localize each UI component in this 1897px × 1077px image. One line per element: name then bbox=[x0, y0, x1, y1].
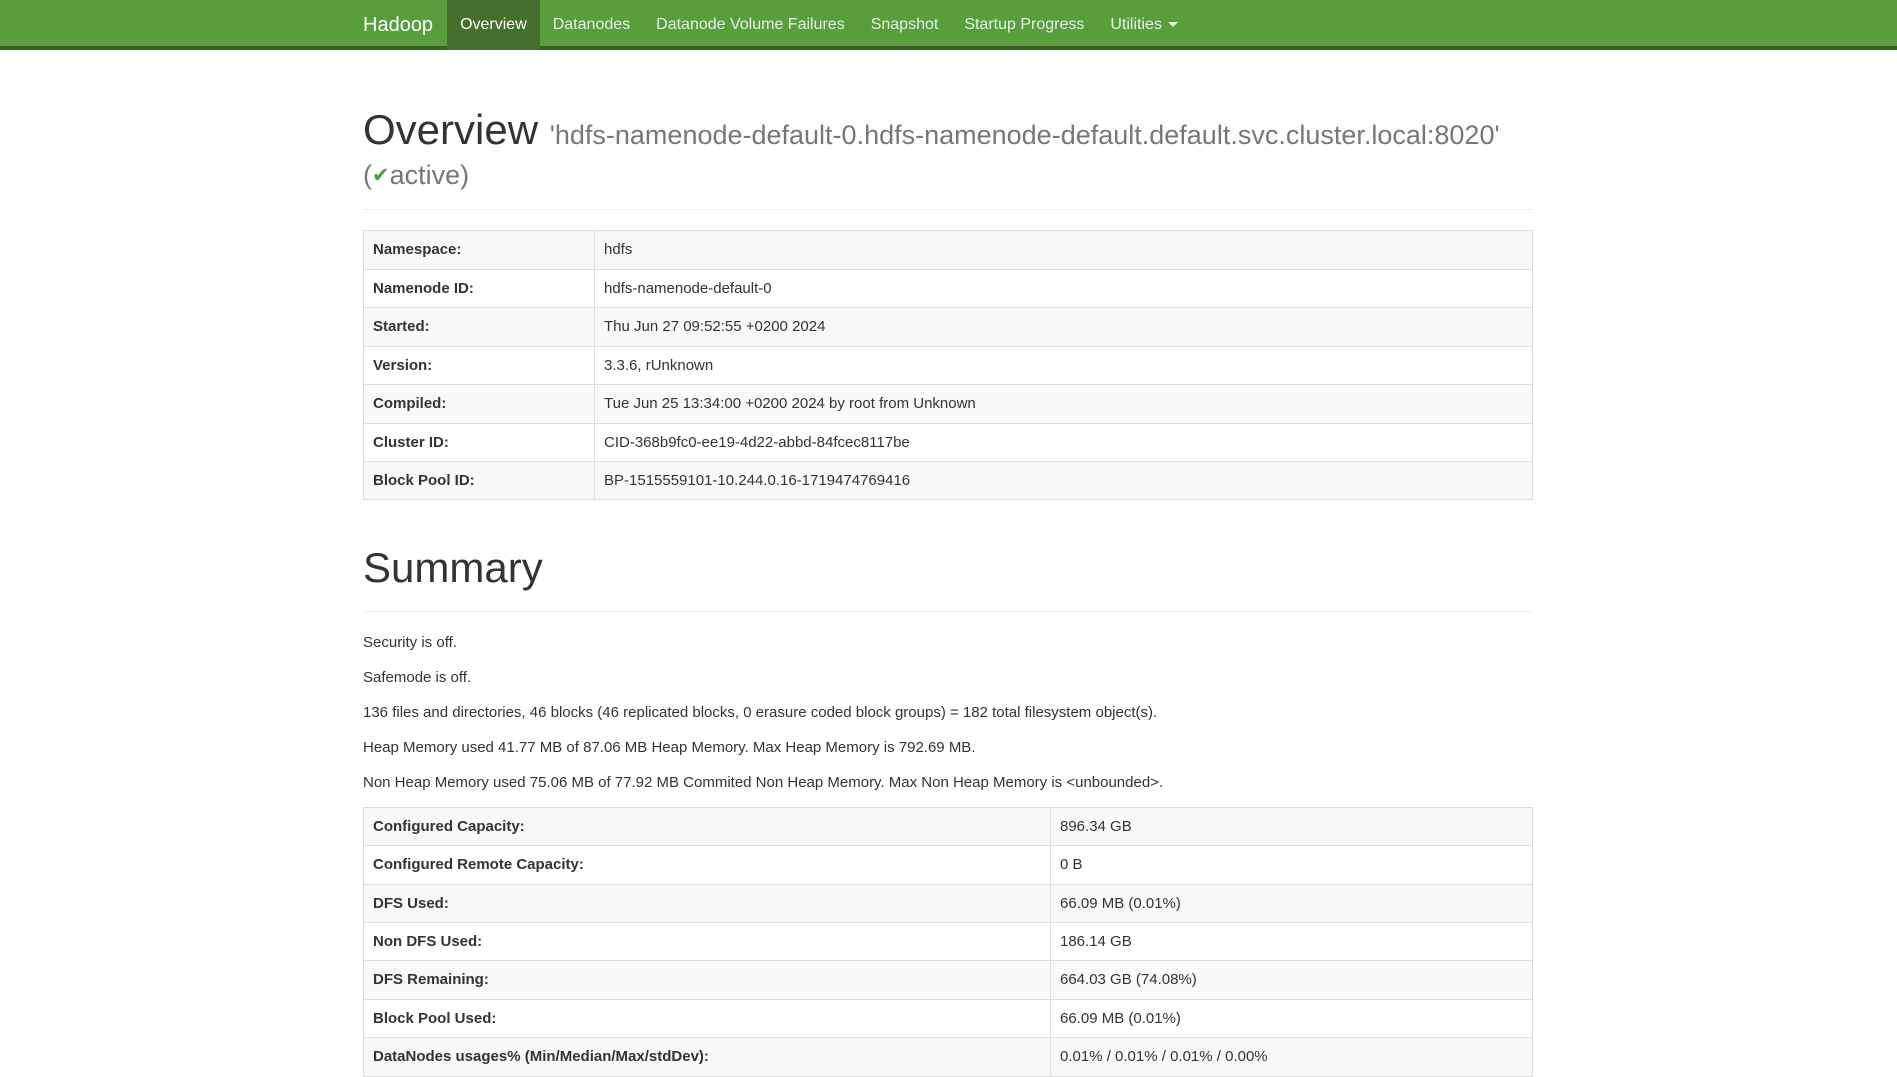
namenode-address: 'hdfs-namenode-default-0.hdfs-namenode-d… bbox=[550, 120, 1500, 150]
row-label-cell: Non DFS Used: bbox=[364, 923, 1051, 961]
navbar-item[interactable]: Snapshot bbox=[858, 0, 952, 50]
table-row: DFS Remaining: 664.03 GB (74.08%) bbox=[364, 961, 1533, 999]
table-row: DataNodes usages% (Min/Median/Max/stdDev… bbox=[364, 1038, 1533, 1076]
row-value: 66.09 MB (0.01%) bbox=[1051, 884, 1533, 922]
row-label-cell: Configured Remote Capacity: bbox=[364, 846, 1051, 884]
table-row: Compiled: Tue Jun 25 13:34:00 +0200 2024… bbox=[364, 385, 1533, 423]
row-label: Cluster ID: bbox=[373, 434, 449, 451]
row-value: 0.01% / 0.01% / 0.01% / 0.00% bbox=[1051, 1038, 1533, 1076]
navbar-item[interactable]: Datanode Volume Failures bbox=[643, 0, 858, 50]
row-label-cell: Namenode ID: bbox=[364, 269, 595, 307]
row-value: 186.14 GB bbox=[1051, 923, 1533, 961]
state-paren-open: ( bbox=[363, 160, 372, 190]
row-label: DataNodes usages% (Min/Median/Max/stdDev… bbox=[373, 1048, 709, 1065]
table-row: Cluster ID: CID-368b9fc0-ee19-4d22-abbd-… bbox=[364, 423, 1533, 461]
navbar-item[interactable]: Startup Progress bbox=[951, 0, 1097, 50]
summary-line: Non Heap Memory used 75.06 MB of 77.92 M… bbox=[363, 772, 1533, 793]
row-label: DFS Used: bbox=[373, 895, 449, 912]
chevron-down-icon bbox=[1168, 22, 1178, 27]
navbar-item-label: Utilities bbox=[1110, 16, 1162, 33]
navbar-item-label: Datanodes bbox=[553, 16, 630, 33]
summary-line: Heap Memory used 41.77 MB of 87.06 MB He… bbox=[363, 737, 1533, 758]
table-row: Namespace: hdfs bbox=[364, 231, 1533, 269]
page-header: Overview 'hdfs-namenode-default-0.hdfs-n… bbox=[363, 106, 1533, 191]
row-label: Configured Remote Capacity: bbox=[373, 856, 584, 873]
navbar-item-label: Datanode Volume Failures bbox=[656, 16, 845, 33]
namenode-state: (✔active) bbox=[363, 160, 1533, 191]
navbar-item-label: Startup Progress bbox=[964, 16, 1084, 33]
row-label-cell: Configured Capacity: bbox=[364, 807, 1051, 845]
row-value: hdfs bbox=[595, 231, 1533, 269]
summary-table-wrap: Configured Capacity: 896.34 GB Configure… bbox=[363, 807, 1533, 1077]
row-value: BP-1515559101-10.244.0.16-1719474769416 bbox=[595, 461, 1533, 499]
navbar-container: Hadoop Overview Datanodes Datanode Volum… bbox=[363, 0, 1533, 50]
row-label-cell: DataNodes usages% (Min/Median/Max/stdDev… bbox=[364, 1038, 1051, 1076]
summary-paragraphs: Security is off. Safemode is off. 136 fi… bbox=[363, 632, 1533, 793]
top-navbar: Hadoop Overview Datanodes Datanode Volum… bbox=[0, 0, 1897, 50]
row-label: Block Pool Used: bbox=[373, 1010, 496, 1027]
check-icon: ✔ bbox=[372, 164, 390, 187]
row-label: Compiled: bbox=[373, 395, 446, 412]
table-row: Block Pool Used: 66.09 MB (0.01%) bbox=[364, 999, 1533, 1037]
row-label-cell: Compiled: bbox=[364, 385, 595, 423]
state-label: active) bbox=[390, 160, 470, 190]
row-label-cell: Block Pool ID: bbox=[364, 461, 595, 499]
row-value: 66.09 MB (0.01%) bbox=[1051, 999, 1533, 1037]
row-label: Configured Capacity: bbox=[373, 818, 525, 835]
row-value: hdfs-namenode-default-0 bbox=[595, 269, 1533, 307]
row-label: Version: bbox=[373, 357, 432, 374]
table-row: Block Pool ID: BP-1515559101-10.244.0.16… bbox=[364, 461, 1533, 499]
row-value: Thu Jun 27 09:52:55 +0200 2024 bbox=[595, 308, 1533, 346]
row-label-cell: Cluster ID: bbox=[364, 423, 595, 461]
row-label: Block Pool ID: bbox=[373, 472, 475, 489]
row-value: Tue Jun 25 13:34:00 +0200 2024 by root f… bbox=[595, 385, 1533, 423]
row-value: CID-368b9fc0-ee19-4d22-abbd-84fcec8117be bbox=[595, 423, 1533, 461]
row-value: 664.03 GB (74.08%) bbox=[1051, 961, 1533, 999]
row-label: DFS Remaining: bbox=[373, 971, 489, 988]
row-label-cell: Namespace: bbox=[364, 231, 595, 269]
table-row: Namenode ID: hdfs-namenode-default-0 bbox=[364, 269, 1533, 307]
row-label: Namenode ID: bbox=[373, 280, 474, 297]
namenode-info-table: Namespace: hdfs Namenode ID: hdfs-nameno… bbox=[363, 230, 1533, 500]
row-label-cell: Started: bbox=[364, 308, 595, 346]
row-label-cell: Version: bbox=[364, 346, 595, 384]
divider bbox=[363, 611, 1533, 612]
row-label-cell: Block Pool Used: bbox=[364, 999, 1051, 1037]
table-row: Version: 3.3.6, rUnknown bbox=[364, 346, 1533, 384]
row-label-cell: DFS Used: bbox=[364, 884, 1051, 922]
row-label: Non DFS Used: bbox=[373, 933, 482, 950]
navbar-item-label: Overview bbox=[460, 16, 527, 33]
table-row: Configured Capacity: 896.34 GB bbox=[364, 807, 1533, 845]
row-label-cell: DFS Remaining: bbox=[364, 961, 1051, 999]
table-row: DFS Used: 66.09 MB (0.01%) bbox=[364, 884, 1533, 922]
summary-table: Configured Capacity: 896.34 GB Configure… bbox=[363, 807, 1533, 1077]
summary-line: Security is off. bbox=[363, 632, 1533, 653]
table-row: Started: Thu Jun 27 09:52:55 +0200 2024 bbox=[364, 308, 1533, 346]
navbar-item[interactable]: Overview bbox=[447, 0, 540, 50]
row-label: Started: bbox=[373, 318, 430, 335]
row-label: Namespace: bbox=[373, 241, 461, 258]
main-content: Overview 'hdfs-namenode-default-0.hdfs-n… bbox=[363, 106, 1533, 1077]
navbar-item[interactable]: Utilities bbox=[1097, 0, 1191, 50]
navbar-item[interactable]: Datanodes bbox=[540, 0, 643, 50]
page-title: Overview 'hdfs-namenode-default-0.hdfs-n… bbox=[363, 106, 1533, 191]
summary-line: Safemode is off. bbox=[363, 667, 1533, 688]
row-value: 3.3.6, rUnknown bbox=[595, 346, 1533, 384]
summary-title: Summary bbox=[363, 544, 1533, 592]
summary-line: 136 files and directories, 46 blocks (46… bbox=[363, 702, 1533, 723]
table-row: Configured Remote Capacity: 0 B bbox=[364, 846, 1533, 884]
navbar-menu: Overview Datanodes Datanode Volume Failu… bbox=[447, 0, 1191, 50]
divider bbox=[363, 209, 1533, 210]
hadoop-brand-link[interactable]: Hadoop bbox=[363, 0, 447, 50]
table-row: Non DFS Used: 186.14 GB bbox=[364, 923, 1533, 961]
row-value: 896.34 GB bbox=[1051, 807, 1533, 845]
navbar-item-label: Snapshot bbox=[871, 16, 939, 33]
row-value: 0 B bbox=[1051, 846, 1533, 884]
page-title-text: Overview bbox=[363, 106, 538, 153]
